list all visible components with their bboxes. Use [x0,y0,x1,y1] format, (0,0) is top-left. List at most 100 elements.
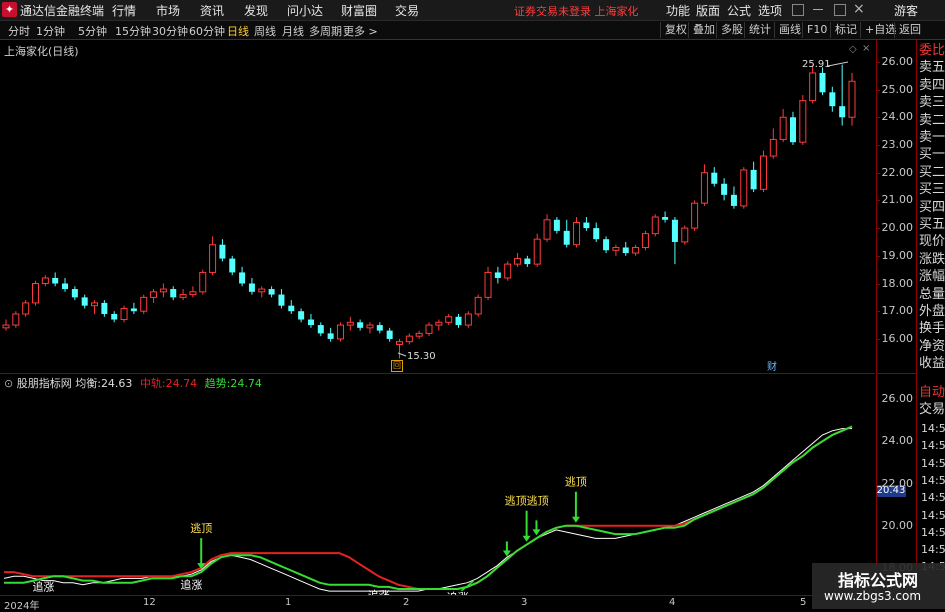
y-tick-mark [877,338,880,340]
y-tick-mark [877,89,880,91]
y-tick-mark [877,228,880,230]
event-marker-icon[interactable]: 回 [391,360,403,372]
adjust-button[interactable]: 复权 [660,22,691,38]
menu-market[interactable]: 市场 [156,2,180,19]
period-more[interactable]: 更多 > [343,23,378,39]
candle-body [641,233,649,248]
menu-trade[interactable]: 交易 [395,2,419,19]
period-multi[interactable]: 多周期 [309,23,342,39]
indicator-collapse-icon[interactable]: ⊙ [4,377,17,390]
avg-line [3,428,852,592]
quote-field-label: 卖四 [919,77,945,93]
quote-field-label: 委比 [919,43,945,58]
signal-arrow-icon [522,535,531,542]
candle-body [691,202,699,229]
signal-arrow-icon [532,529,541,536]
candle-body [12,313,20,326]
period-1min[interactable]: 1分钟 [36,23,65,39]
menu-function[interactable]: 功能 [666,2,690,19]
trend-value: 24.74 [230,377,262,390]
candle-body [700,172,708,204]
candle-body [62,283,69,290]
trade-time: 14:56 [921,491,945,505]
period-daily[interactable]: 日线 [227,23,249,39]
y-tick-label: 18.00 [881,276,914,290]
window-menu-icon[interactable] [792,4,804,16]
trade-time: 14:56 [921,473,945,487]
trade-tab[interactable]: 交易 [919,401,945,419]
low-price-label: 15.30 [407,351,436,362]
candle-body [111,313,118,320]
mark-button[interactable]: 标记 [830,22,861,38]
overlay-button[interactable]: 叠加 [688,22,719,38]
indicator-title: ⊙ 股朋指标网 均衡:24.63 中轨:24.74 趋势:24.74 [4,375,262,391]
trade-time: 14:56 [921,525,945,539]
y-tick-label: 17.00 [881,304,914,318]
stats-button[interactable]: 统计 [744,22,775,38]
period-30min[interactable]: 30分钟 [152,23,188,39]
trend-line [4,425,853,590]
indicator-chart[interactable]: 追涨追涨逃顶追涨追涨逃顶逃顶逃顶 [0,373,875,596]
menu-formula[interactable]: 公式 [727,2,751,19]
period-15min[interactable]: 15分钟 [115,23,151,39]
quote-field-label: 卖五 [919,60,945,76]
x-tick-label: 3 [521,597,528,608]
maximize-icon[interactable] [834,4,846,16]
menu-quotes[interactable]: 行情 [112,2,136,19]
trend-label: 趋势: [204,377,231,390]
candle-body [711,172,718,184]
minimize-icon[interactable] [813,9,823,10]
user-label[interactable]: 游客 [894,2,918,19]
login-notice[interactable]: 证券交易未登录 上海家化 [514,3,639,19]
candle-body [120,307,128,321]
high-price-label: 25.91 [802,59,831,70]
menu-discover[interactable]: 发现 [244,2,268,19]
candle-body [632,246,640,254]
candle-body [573,222,581,246]
signal-label: 逃顶 [190,522,212,535]
menu-ask[interactable]: 问小达 [287,2,323,19]
period-intraday[interactable]: 分时 [8,23,30,39]
multi-stock-button[interactable]: 多股 [716,22,747,38]
chart-close-icon[interactable]: × [862,43,870,54]
candle-body [415,332,423,337]
chart-settings-icon[interactable]: ◇ [849,44,857,55]
candle-body [209,244,217,273]
mid-label: 中轨: [139,377,166,390]
watermark-url: www.zbgs3.com [824,589,922,603]
x-tick-label: 2 [403,597,410,608]
candle-body [504,263,512,279]
menu-wealth[interactable]: 财富圈 [341,2,377,19]
period-60min[interactable]: 60分钟 [189,23,225,39]
candle-body [484,271,492,298]
candle-body [357,322,364,328]
candle-body [524,258,531,265]
candle-body [199,271,207,293]
candle-body [395,341,403,345]
candle-body [150,291,158,298]
candle-body [366,324,374,329]
f10-button[interactable]: F10 [802,22,831,38]
candle-body [740,169,748,207]
menu-layout[interactable]: 版面 [696,2,720,19]
candle-body [288,305,295,312]
period-5min[interactable]: 5分钟 [78,23,107,39]
draw-button[interactable]: 画线 [774,22,805,38]
candle-body [553,219,560,231]
candle-body [681,227,689,243]
auto-tab[interactable]: 自动 [919,384,945,402]
candle-body [386,330,393,339]
menu-options[interactable]: 选项 [758,2,782,19]
candlestick-chart[interactable] [0,40,875,373]
x-tick-label: 5 [800,597,807,608]
period-weekly[interactable]: 周线 [254,23,276,39]
candle-body [71,289,78,298]
candle-body [445,316,453,323]
financial-report-marker[interactable]: 财 [767,358,777,373]
app-name: 通达信金融终端 [20,4,105,18]
close-icon[interactable]: × [853,1,865,17]
back-button[interactable]: 返回 [894,22,925,38]
menu-news[interactable]: 资讯 [200,2,224,19]
period-monthly[interactable]: 月线 [282,23,304,39]
quote-side-panel: 委比 卖五 卖四 卖三 卖二 卖一 买一 买二 买三 买四 买五 现价 涨跌 涨幅 总量 外盘 换手 净资 收益 自动… [916,40,945,595]
